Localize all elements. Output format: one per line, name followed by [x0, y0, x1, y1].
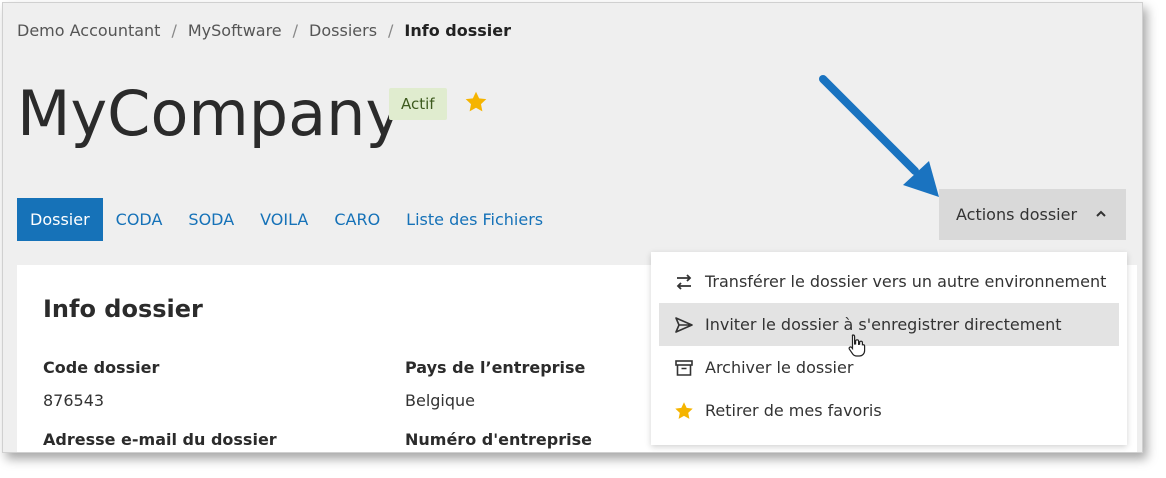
menu-item-transfer[interactable]: Transférer le dossier vers un autre envi…	[659, 260, 1119, 303]
breadcrumb-current: Info dossier	[404, 21, 512, 40]
archive-icon	[675, 359, 693, 376]
tab-soda[interactable]: SODA	[175, 198, 247, 241]
menu-item-label: Retirer de mes favoris	[705, 401, 882, 420]
tab-liste-des-fichiers[interactable]: Liste des Fichiers	[393, 198, 556, 241]
actions-dropdown-menu: Transférer le dossier vers un autre envi…	[651, 252, 1127, 445]
breadcrumb-separator: /	[388, 21, 394, 40]
breadcrumb-separator: /	[292, 21, 299, 40]
menu-item-label: Archiver le dossier	[705, 358, 854, 377]
info-title: Info dossier	[43, 295, 203, 323]
tab-bar: Dossier CODA SODA VOILA CARO Liste des F…	[17, 198, 556, 241]
menu-item-invite[interactable]: Inviter le dossier à s'enregistrer direc…	[659, 303, 1119, 357]
annotation-arrow	[819, 75, 939, 197]
company-number-label: Numéro d'entreprise	[405, 430, 592, 449]
menu-item-remove-favorite[interactable]: Retirer de mes favoris	[659, 389, 1119, 432]
breadcrumb-item-mysoftware[interactable]: MySoftware	[188, 21, 282, 40]
actions-dossier-button[interactable]: Actions dossier	[939, 189, 1126, 240]
email-label: Adresse e-mail du dossier	[43, 430, 277, 449]
breadcrumb: Demo Accountant / MySoftware / Dossiers …	[17, 21, 511, 40]
country-label: Pays de l’entreprise	[405, 358, 586, 377]
app-window: Demo Accountant / MySoftware / Dossiers …	[2, 2, 1143, 453]
tab-caro[interactable]: CARO	[321, 198, 393, 241]
chevron-up-icon	[1096, 210, 1106, 217]
breadcrumb-separator: /	[171, 21, 177, 40]
tab-dossier[interactable]: Dossier	[17, 198, 103, 241]
menu-item-archive[interactable]: Archiver le dossier	[659, 346, 1119, 389]
menu-item-label: Transférer le dossier vers un autre envi…	[705, 272, 1107, 291]
status-badge: Actif	[389, 88, 447, 120]
code-dossier-label: Code dossier	[43, 358, 160, 377]
send-icon	[675, 316, 693, 333]
actions-button-label: Actions dossier	[956, 205, 1078, 224]
breadcrumb-item-dossiers[interactable]: Dossiers	[309, 21, 377, 40]
tab-coda[interactable]: CODA	[103, 198, 176, 241]
country-value: Belgique	[405, 391, 476, 410]
tab-voila[interactable]: VOILA	[247, 198, 321, 241]
code-dossier-value: 876543	[43, 391, 105, 410]
star-icon[interactable]	[463, 89, 489, 115]
breadcrumb-item-demo-accountant[interactable]: Demo Accountant	[17, 21, 160, 40]
transfer-icon	[676, 273, 692, 290]
star-icon	[675, 401, 693, 419]
menu-item-label: Inviter le dossier à s'enregistrer direc…	[705, 315, 1062, 334]
page-title: MyCompany	[17, 77, 403, 150]
